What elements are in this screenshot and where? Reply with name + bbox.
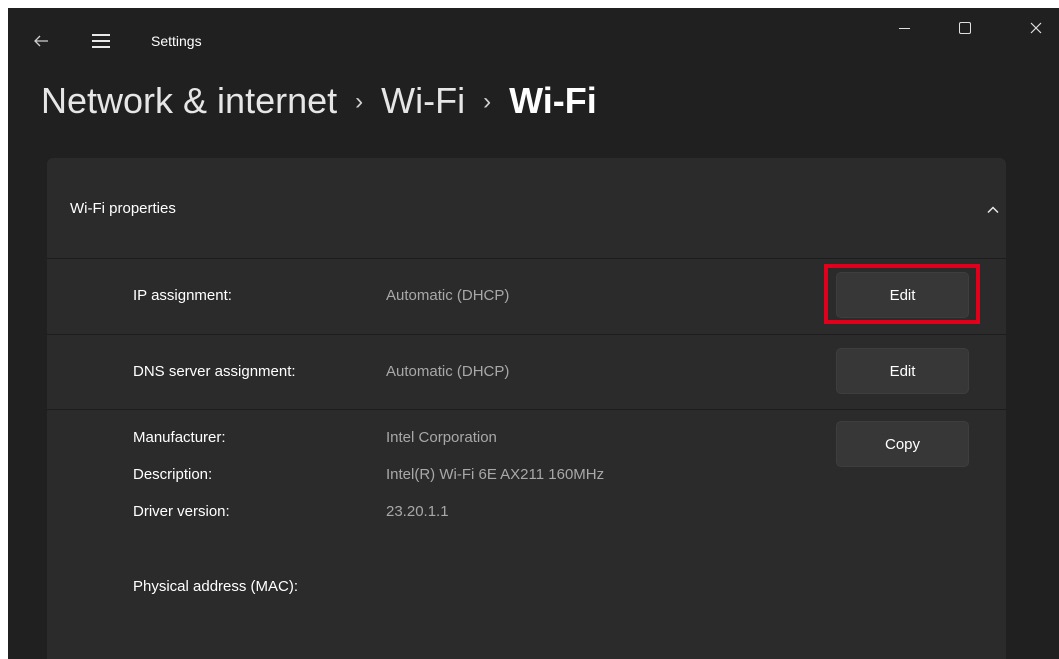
settings-window: Settings Network & internet › Wi-Fi › Wi… <box>8 8 1059 659</box>
ip-edit-button[interactable]: Edit <box>836 272 969 318</box>
copy-button[interactable]: Copy <box>836 421 969 467</box>
breadcrumb-separator-icon: › <box>355 88 364 115</box>
mac-address-label: Physical address (MAC): <box>133 578 299 595</box>
description-label: Description: <box>133 466 213 483</box>
dns-edit-button[interactable]: Edit <box>836 348 969 394</box>
maximize-button[interactable] <box>942 8 988 58</box>
breadcrumb: Network & internet › Wi-Fi › Wi-Fi <box>41 80 597 122</box>
ip-assignment-value: Automatic (DHCP) <box>386 287 510 304</box>
hamburger-icon <box>92 34 110 36</box>
page-title: Wi-Fi <box>509 80 597 121</box>
breadcrumb-wifi[interactable]: Wi-Fi <box>381 80 465 122</box>
card-title: Wi-Fi properties <box>70 200 176 217</box>
breadcrumb-network-internet[interactable]: Network & internet <box>41 80 337 122</box>
driver-version-value: 23.20.1.1 <box>386 503 449 520</box>
breadcrumb-separator-icon: › <box>483 88 492 115</box>
navigation-menu-button[interactable] <box>86 26 116 56</box>
manufacturer-label: Manufacturer: <box>133 429 226 446</box>
minimize-button[interactable] <box>881 8 927 58</box>
close-button[interactable] <box>1013 8 1059 58</box>
dns-assignment-row: DNS server assignment: Automatic (DHCP) … <box>47 335 1006 410</box>
back-arrow-icon <box>34 35 48 47</box>
driver-version-label: Driver version: <box>133 503 230 520</box>
minimize-icon <box>898 27 910 29</box>
title-bar: Settings <box>8 8 1059 78</box>
maximize-icon <box>959 22 971 34</box>
close-icon <box>1030 22 1042 34</box>
hardware-info-row: Manufacturer: Intel Corporation Descript… <box>47 410 1006 659</box>
dns-assignment-label: DNS server assignment: <box>133 363 296 380</box>
manufacturer-value: Intel Corporation <box>386 429 497 446</box>
description-value: Intel(R) Wi-Fi 6E AX211 160MHz <box>386 466 605 483</box>
ip-assignment-row: IP assignment: Automatic (DHCP) Edit <box>47 259 1006 335</box>
back-button[interactable] <box>26 26 56 56</box>
app-title: Settings <box>151 33 202 49</box>
wifi-properties-card: Wi-Fi properties IP assignment: Automati… <box>47 158 1006 659</box>
chevron-up-icon[interactable] <box>985 202 1001 218</box>
ip-assignment-label: IP assignment: <box>133 287 232 304</box>
wifi-properties-header[interactable]: Wi-Fi properties <box>47 158 1006 259</box>
dns-assignment-value: Automatic (DHCP) <box>386 363 510 380</box>
